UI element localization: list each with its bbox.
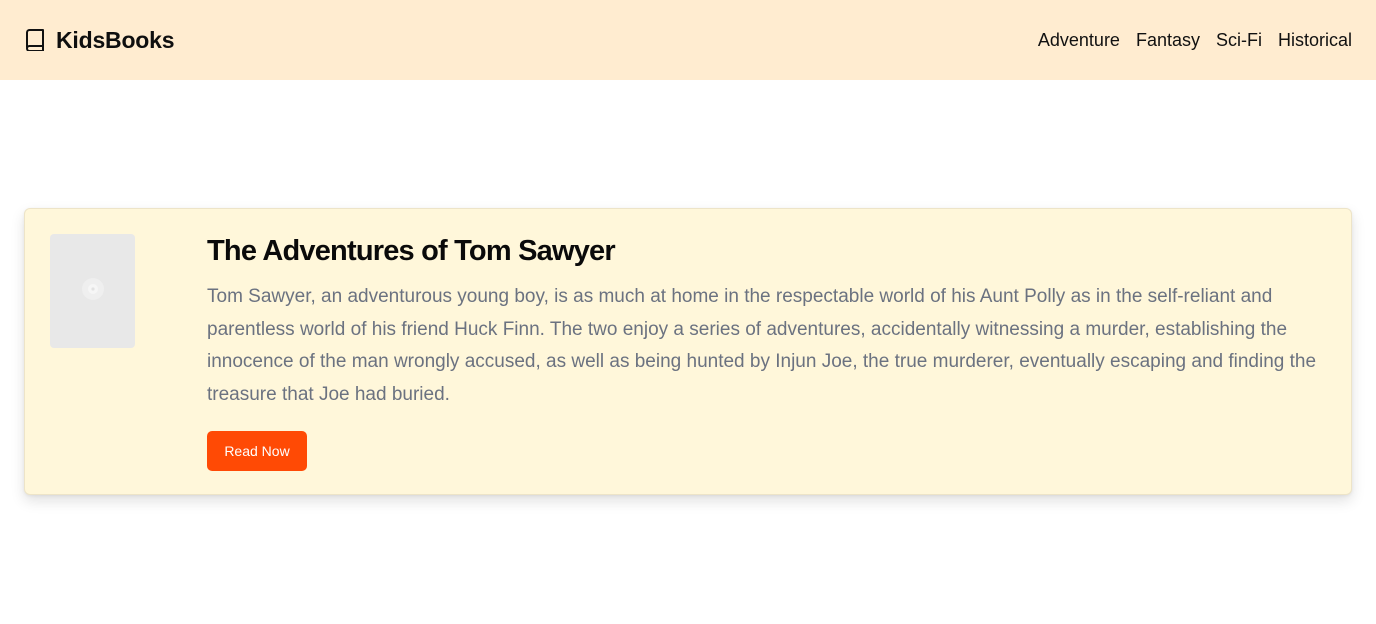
book-title: The Adventures of Tom Sawyer xyxy=(207,235,616,267)
nav-link-fantasy[interactable]: Fantasy xyxy=(1136,30,1200,51)
nav-link-adventure[interactable]: Adventure xyxy=(1038,30,1120,51)
category-nav: Adventure Fantasy Sci-Fi Historical xyxy=(1038,30,1352,51)
brand-name: KidsBooks xyxy=(56,26,175,53)
image-placeholder-icon xyxy=(80,276,106,307)
read-now-button[interactable]: Read Now xyxy=(207,431,307,471)
top-navbar: KidsBooks Adventure Fantasy Sci-Fi Histo… xyxy=(0,0,1376,80)
book-icon xyxy=(24,28,46,52)
nav-link-historical[interactable]: Historical xyxy=(1278,30,1352,51)
book-card: The Adventures of Tom Sawyer Tom Sawyer,… xyxy=(24,208,1352,495)
book-details: The Adventures of Tom Sawyer Tom Sawyer,… xyxy=(207,231,1317,411)
book-description: Tom Sawyer, an adventurous young boy, is… xyxy=(207,286,1317,405)
book-cover-placeholder xyxy=(50,234,135,348)
nav-link-sci-fi[interactable]: Sci-Fi xyxy=(1216,30,1262,51)
brand-link[interactable]: KidsBooks xyxy=(24,26,175,54)
